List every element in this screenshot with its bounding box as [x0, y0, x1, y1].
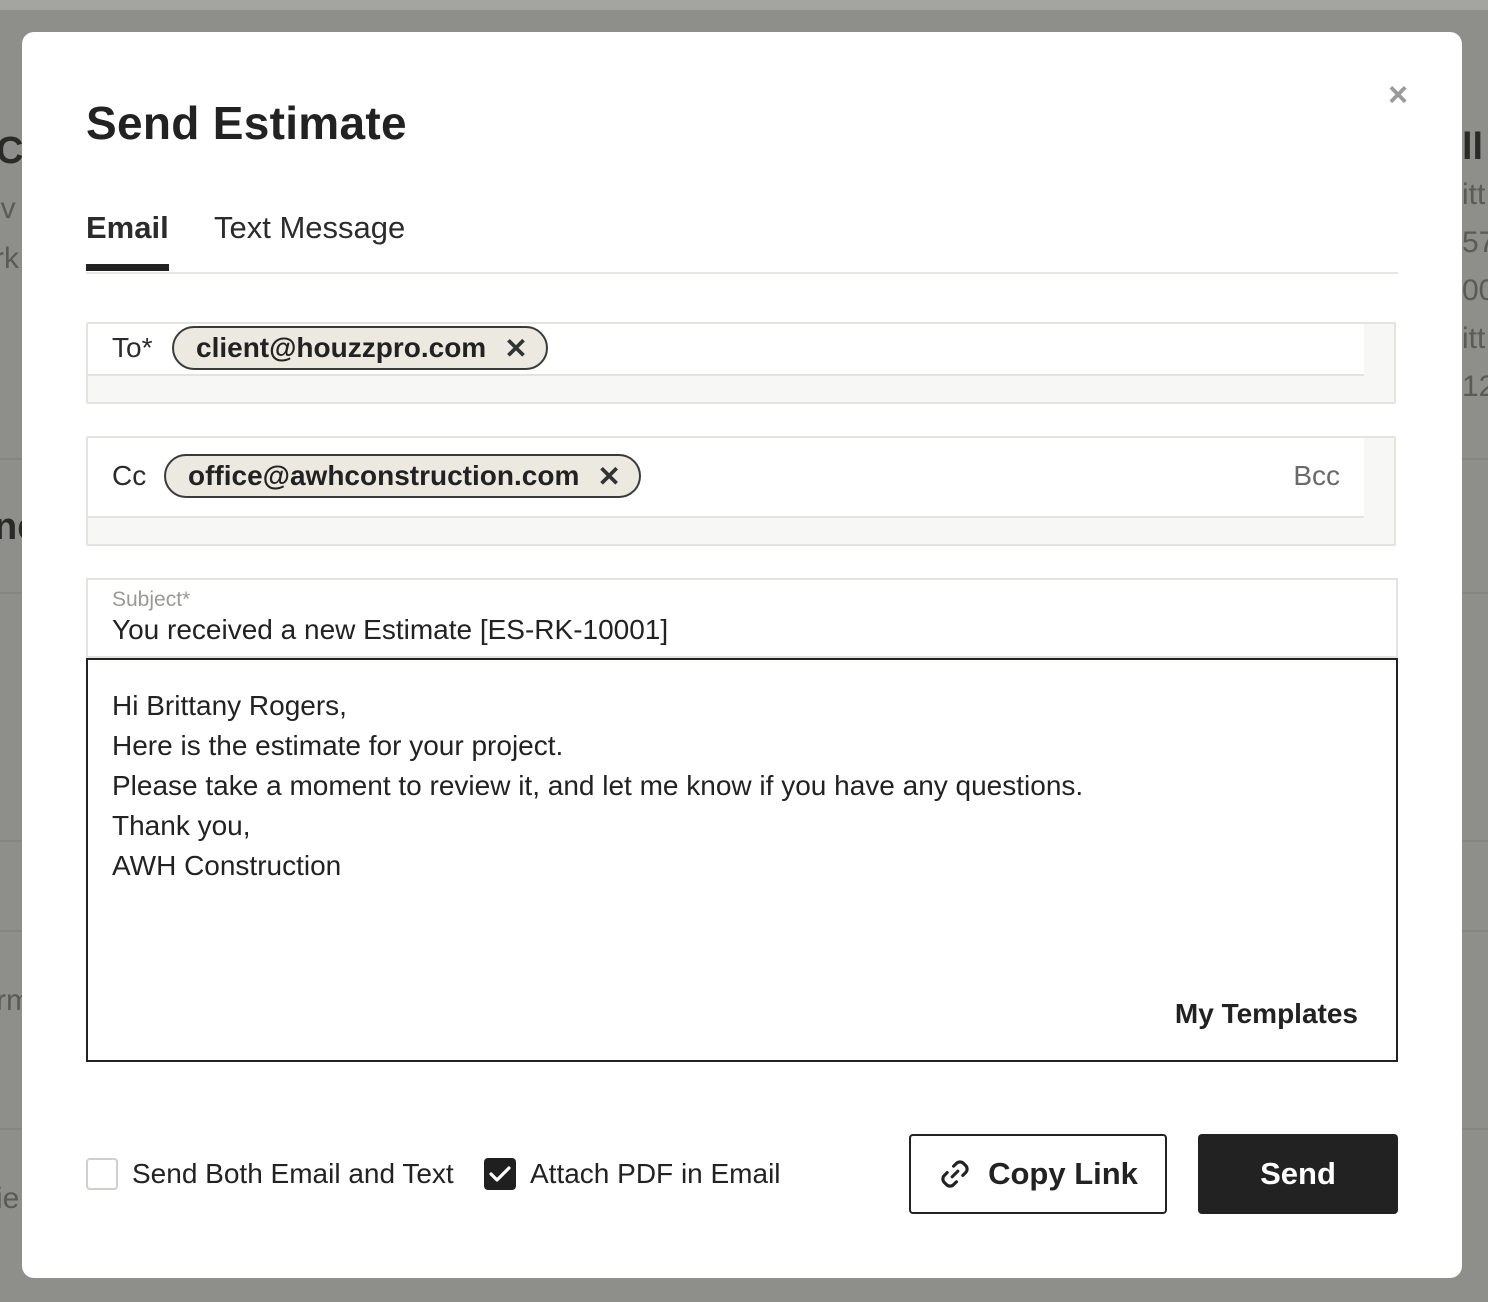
- background-text: iv: [0, 192, 16, 225]
- background-text: rk: [0, 242, 19, 275]
- attach-pdf-option[interactable]: Attach PDF in Email: [484, 1156, 781, 1192]
- attach-pdf-checkbox[interactable]: [484, 1158, 516, 1190]
- close-button[interactable]: ×: [1376, 76, 1420, 114]
- to-label: To*: [112, 332, 153, 363]
- copy-link-label: Copy Link: [988, 1156, 1138, 1191]
- background-text: 57: [1462, 226, 1488, 259]
- body-line: Thank you,: [112, 810, 251, 841]
- cc-label: Cc: [112, 460, 147, 491]
- background-text: 12: [1462, 370, 1488, 403]
- message-body-editor[interactable]: Hi Brittany Rogers, Here is the estimate…: [86, 658, 1398, 1062]
- background-topbar: [0, 0, 1488, 10]
- tab-email[interactable]: Email: [86, 206, 169, 271]
- background-divider: [1462, 1128, 1488, 1130]
- background-divider: [0, 458, 22, 460]
- send-button[interactable]: Send: [1198, 1134, 1398, 1214]
- subject-field[interactable]: Subject* You received a new Estimate [ES…: [86, 578, 1398, 658]
- subject-label: Subject*: [112, 588, 191, 611]
- checkmark-icon: [489, 1166, 511, 1182]
- cc-chip[interactable]: office@awhconstruction.com ✕: [164, 454, 641, 498]
- link-icon: [938, 1157, 972, 1191]
- send-label: Send: [1260, 1156, 1336, 1191]
- tab-text-message[interactable]: Text Message: [214, 206, 405, 270]
- background-text: 00: [1462, 274, 1488, 307]
- copy-link-button[interactable]: Copy Link: [909, 1134, 1167, 1214]
- body-line: Please take a moment to review it, and l…: [112, 770, 1084, 801]
- background-text: itt: [1462, 178, 1486, 211]
- background-divider: [0, 840, 22, 842]
- cc-input-row[interactable]: Cc office@awhconstruction.com ✕ Bcc: [88, 438, 1364, 518]
- body-line: Here is the estimate for your project.: [112, 730, 564, 761]
- body-line: Hi Brittany Rogers,: [112, 690, 347, 721]
- to-field[interactable]: To* client@houzzpro.com ✕: [86, 322, 1396, 404]
- my-templates-link[interactable]: My Templates: [1175, 998, 1358, 1030]
- recipient-chip-text: client@houzzpro.com: [196, 332, 487, 363]
- close-icon: ×: [1388, 75, 1408, 114]
- background-text: itt: [1462, 322, 1486, 355]
- background-divider: [1462, 930, 1488, 932]
- background-text: C: [0, 130, 24, 172]
- background-divider: [1462, 458, 1488, 460]
- cc-field[interactable]: Cc office@awhconstruction.com ✕ Bcc: [86, 436, 1396, 546]
- attach-pdf-label: Attach PDF in Email: [530, 1158, 781, 1189]
- background-text: ie: [0, 1182, 20, 1215]
- remove-chip-icon[interactable]: ✕: [504, 332, 527, 365]
- background-divider: [1462, 592, 1488, 594]
- remove-chip-icon[interactable]: ✕: [597, 460, 620, 493]
- send-both-checkbox[interactable]: [86, 1158, 118, 1190]
- send-both-label: Send Both Email and Text: [132, 1158, 454, 1189]
- body-line: AWH Construction: [112, 850, 342, 881]
- background-divider: [1462, 840, 1488, 842]
- background-divider: [0, 592, 22, 594]
- send-both-option[interactable]: Send Both Email and Text: [86, 1156, 454, 1192]
- to-input-row[interactable]: To* client@houzzpro.com ✕: [88, 324, 1364, 376]
- cc-chip-text: office@awhconstruction.com: [188, 460, 580, 491]
- tab-bar: Email Text Message: [86, 206, 1398, 274]
- bcc-link[interactable]: Bcc: [1293, 460, 1340, 492]
- background-text: ll: [1462, 126, 1484, 168]
- background-divider: [0, 930, 22, 932]
- modal-title: Send Estimate: [86, 97, 407, 149]
- recipient-chip[interactable]: client@houzzpro.com ✕: [172, 326, 548, 370]
- background-divider: [0, 1128, 22, 1130]
- subject-input[interactable]: You received a new Estimate [ES-RK-10001…: [112, 614, 668, 646]
